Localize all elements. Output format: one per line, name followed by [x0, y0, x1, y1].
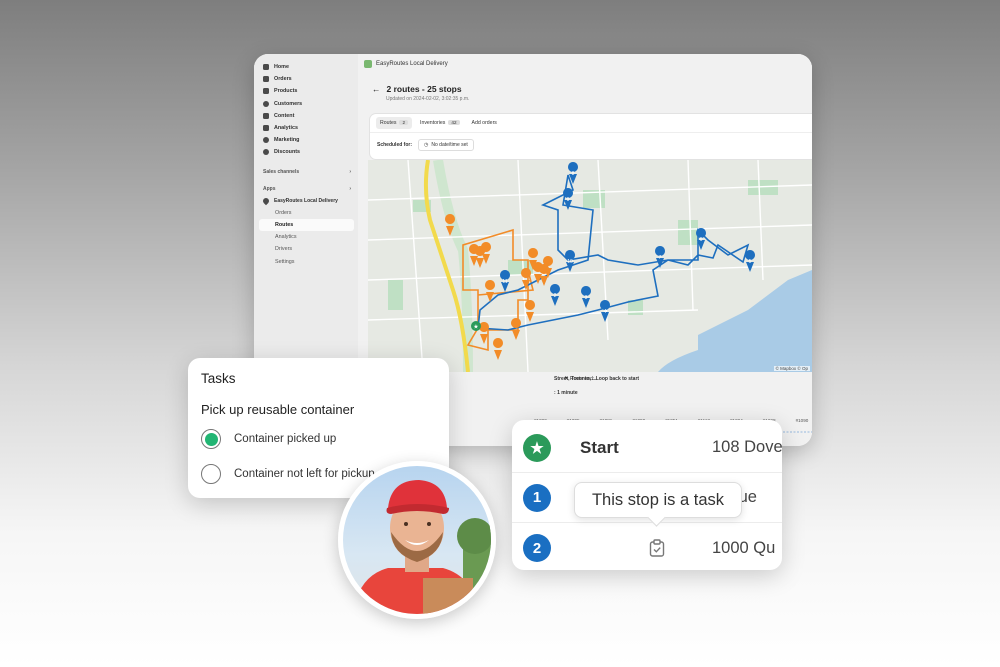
option-not-left[interactable]: Container not left for pickup	[201, 464, 375, 484]
sidebar-subitem-orders[interactable]: Orders	[254, 207, 358, 219]
updated-timestamp: Updated on 2024-02-02, 3:02:35 p.m.	[386, 96, 470, 102]
bar-chart-icon	[263, 125, 269, 132]
svg-text:4: 4	[604, 309, 607, 315]
schedule-row: Scheduled for: ◷ No date/time set	[370, 133, 812, 157]
sidebar-item-orders[interactable]: Orders	[254, 73, 358, 85]
stop-number-badge: 2	[523, 534, 551, 562]
sidebar-subitem-analytics[interactable]: Analytics	[254, 231, 358, 243]
route-controls-card: Routes 2 Inventories 42 Add orders Schedul…	[370, 114, 812, 159]
blue-pin: 7	[655, 246, 666, 268]
blue-pin: 2	[550, 284, 561, 306]
map-attribution: © Mapbox © Op	[773, 366, 810, 371]
radio-selected[interactable]	[201, 429, 221, 449]
tab-inventories[interactable]: Inventories 42	[416, 117, 464, 129]
stop-address: 1000 Qu	[712, 538, 776, 557]
svg-text:2: 2	[554, 293, 557, 299]
task-tooltip: This stop is a task	[574, 482, 742, 518]
svg-text:★: ★	[473, 324, 478, 331]
blue-pin: 4	[600, 300, 611, 322]
option-picked-up[interactable]: Container picked up	[201, 429, 336, 449]
count-badge: 42	[448, 120, 460, 125]
map-pin-icon	[261, 196, 271, 205]
apps-section[interactable]: Apps ›	[254, 184, 358, 195]
svg-text:6: 6	[700, 237, 703, 243]
sidebar-item-marketing[interactable]: Marketing	[254, 134, 358, 146]
page-title: ← 2 routes - 25 stops	[372, 84, 462, 94]
discount-icon	[263, 149, 269, 156]
task-question: Pick up reusable container	[201, 402, 355, 417]
stop-label: Start	[580, 437, 619, 457]
route-end-info: ⚑ Route end: Loop back to start	[564, 376, 640, 382]
clock-icon: ◷	[424, 142, 429, 148]
schedule-label: Scheduled for:	[377, 142, 413, 148]
sidebar-item-easyroutes[interactable]: EasyRoutes Local Delivery	[254, 195, 358, 207]
sidebar-item-content[interactable]: Content	[254, 110, 358, 122]
park-shape	[678, 220, 698, 245]
target-icon	[263, 137, 269, 144]
driver-photo	[353, 480, 491, 614]
star-icon: ★	[523, 433, 551, 462]
stop-row-2[interactable]: 2 1000 Qu	[512, 523, 782, 570]
sidebar-item-customers[interactable]: Customers	[254, 98, 358, 110]
tab-add-orders[interactable]: Add orders	[468, 117, 501, 129]
route-duration: : 1 minute	[554, 390, 578, 396]
blue-pin: 3	[581, 286, 592, 308]
svg-text:11: 11	[502, 279, 507, 285]
driver-avatar	[338, 461, 496, 619]
app-title: EasyRoutes Local Delivery	[376, 60, 448, 67]
home-icon	[263, 64, 269, 71]
blue-pin: 11	[500, 270, 511, 292]
svg-text:10: 10	[567, 259, 573, 265]
app-logo-icon	[364, 59, 372, 68]
count-badge: 2	[399, 120, 408, 125]
sidebar-subitem-routes[interactable]: Routes	[259, 218, 354, 232]
document-icon	[263, 112, 269, 119]
start-pin: ★	[471, 321, 481, 331]
sidebar-item-home[interactable]: Home	[254, 61, 358, 73]
sidebar-subitem-drivers[interactable]: Drivers	[254, 243, 358, 255]
inbox-icon	[263, 76, 269, 83]
chevron-right-icon: ›	[349, 186, 351, 192]
blue-pin: 5	[745, 250, 756, 272]
back-arrow-icon[interactable]: ←	[372, 84, 381, 94]
radio-unselected[interactable]	[201, 464, 221, 484]
stop-row-start[interactable]: ★ Start 108 Dove	[512, 423, 782, 473]
chevron-right-icon: ›	[349, 169, 351, 175]
clipboard-check-icon[interactable]	[649, 539, 665, 557]
svg-text:5: 5	[749, 259, 752, 265]
sidebar-subitem-settings[interactable]: Settings	[254, 255, 358, 267]
lake-shape	[698, 270, 812, 372]
tasks-heading: Tasks	[201, 371, 236, 386]
svg-text:8: 8	[572, 171, 575, 177]
tab-routes[interactable]: Routes 2	[376, 117, 412, 129]
park-shape	[388, 280, 403, 310]
sales-channels-section[interactable]: Sales channels ›	[254, 167, 358, 178]
svg-text:3: 3	[585, 295, 588, 301]
schedule-picker[interactable]: ◷ No date/time set	[418, 139, 474, 151]
stop-address: 108 Dove	[712, 438, 782, 456]
tag-icon	[263, 88, 269, 95]
svg-text:9: 9	[567, 197, 570, 203]
svg-text:7: 7	[659, 255, 662, 261]
map-canvas: 8 9 10 7 6 5 11 2 3 4 ★	[368, 160, 812, 372]
sidebar-item-analytics[interactable]: Analytics	[254, 122, 358, 134]
app-header: EasyRoutes Local Delivery	[358, 54, 812, 73]
sidebar-item-products[interactable]: Products	[254, 85, 358, 97]
stop-number-badge: 1	[523, 483, 551, 512]
tab-bar: Routes 2 Inventories 42 Add orders	[370, 114, 812, 133]
blue-pin: 10	[565, 250, 576, 272]
route-map[interactable]: 8 9 10 7 6 5 11 2 3 4 ★ © Mapbox © Op	[368, 160, 812, 372]
sidebar-item-discounts[interactable]: Discounts	[254, 146, 358, 158]
flag-icon: ⚑	[564, 376, 569, 382]
person-icon	[263, 100, 269, 107]
order-label: #1090	[795, 418, 809, 423]
